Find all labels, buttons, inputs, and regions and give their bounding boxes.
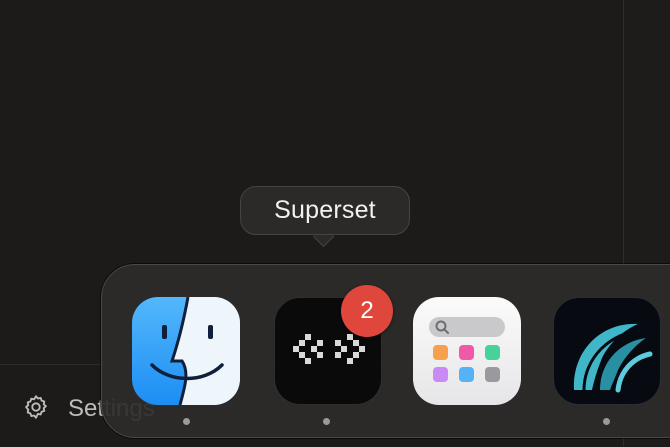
dock-item-launchpad[interactable] (413, 297, 521, 405)
running-indicator-finder (183, 418, 190, 425)
tooltip-text: Superset (274, 196, 376, 224)
notification-badge: 2 (341, 285, 393, 337)
running-indicator-warp (603, 418, 610, 425)
gear-icon (22, 393, 50, 426)
running-indicator-superset (323, 418, 330, 425)
dock-item-warp[interactable] (553, 297, 661, 405)
finder-icon (150, 297, 240, 405)
launchpad-icon (429, 317, 505, 382)
dock: 2 (101, 264, 670, 438)
warp-icon (573, 323, 653, 393)
dock-tooltip: Superset (240, 186, 410, 235)
dock-item-finder[interactable] (132, 297, 240, 405)
